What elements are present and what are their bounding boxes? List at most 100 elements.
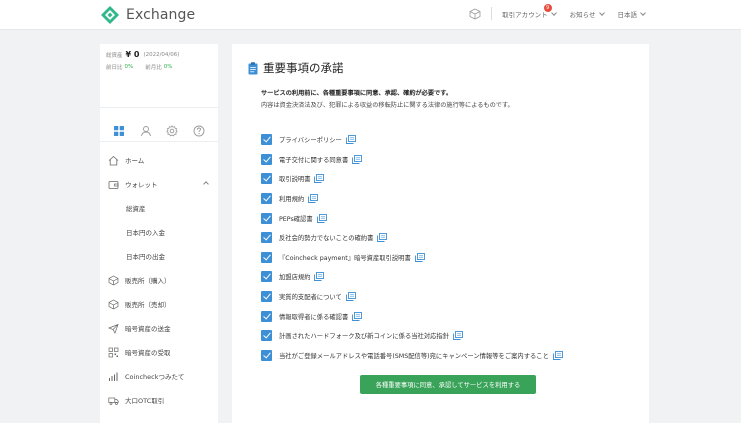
intro-heading: サービスの利用前に、各種重要事項に同意、承認、確約が必要です。 — [261, 90, 453, 97]
cube-icon[interactable] — [469, 8, 481, 20]
wallet-icon — [108, 180, 119, 189]
document-label[interactable]: PEPs確認書 — [279, 214, 313, 223]
document-label[interactable]: 加盟店規約 — [279, 272, 310, 281]
open-document-icon[interactable] — [552, 350, 563, 360]
open-document-icon[interactable] — [308, 194, 319, 204]
sidebar-item-label: Coincheckつみたて — [125, 373, 185, 381]
chevron-up-icon — [203, 181, 209, 187]
notices-menu-label: お知らせ — [569, 10, 596, 19]
sidebar-item-label: 販売所（購入） — [125, 277, 171, 285]
checkbox[interactable] — [261, 310, 272, 322]
header-divider — [491, 7, 493, 20]
gear-icon[interactable] — [166, 124, 179, 137]
user-icon[interactable] — [140, 125, 152, 137]
sidebar-item-otc[interactable]: 大口OTC取引 — [100, 388, 218, 412]
sidebar-item-send[interactable]: 暗号資産の送金 — [100, 316, 218, 340]
document-label[interactable]: プライバシーポリシー — [279, 135, 342, 144]
buy-icon — [108, 275, 119, 285]
document-row-hardfork-policy: 計画されたハードフォーク及び新コインに係る当社対応指針 — [261, 326, 563, 346]
document-label[interactable]: 『Coincheck payment』暗号資産取引説明書 — [279, 253, 411, 262]
checkbox[interactable] — [261, 173, 272, 185]
notification-badge: 9 — [543, 3, 552, 12]
document-label[interactable]: 実質的支配者について — [279, 292, 342, 301]
document-row-campaign-info: 当社がご登録メールアドレスや電話番号(SMS配信等)宛にキャンペーン情報等をご案… — [261, 346, 563, 366]
document-row-trading-explanation: 取引説明書 — [261, 169, 563, 189]
open-document-icon[interactable] — [352, 311, 363, 321]
qr-icon — [108, 347, 119, 357]
open-document-icon[interactable] — [345, 292, 356, 301]
truck-icon — [108, 397, 119, 405]
checkbox[interactable] — [261, 153, 272, 165]
document-label[interactable]: 利用規約 — [279, 194, 304, 203]
sidebar-item-home[interactable]: ホーム — [100, 148, 218, 172]
page-title-text: 重要事項の承諾 — [263, 61, 344, 75]
checkbox[interactable] — [261, 291, 272, 303]
brand-name: Exchange — [126, 7, 196, 23]
sidebar-item-label: 日本円の入金 — [126, 229, 165, 237]
sidebar-item-receive[interactable]: 暗号資産の受取 — [100, 340, 218, 364]
top-header: Exchange 取引アカウント 9 お知らせ 日本語 — [0, 0, 741, 30]
balance-summary: 総資産 ¥ 0 (2022/04/06) 前日比 0% 前月比 0% — [100, 44, 218, 108]
sidebar-item-jpy-withdraw[interactable]: 日本円の出金 — [100, 244, 218, 268]
chevron-down-icon — [550, 9, 557, 16]
sidebar-icon-tabs — [100, 120, 218, 142]
open-document-icon[interactable] — [314, 272, 325, 282]
sidebar-item-label: ウォレット — [125, 181, 158, 189]
document-row-info-acquirer: 情報取得者に係る確認書 — [261, 306, 563, 326]
open-document-icon[interactable] — [414, 252, 425, 262]
document-label[interactable]: 情報取得者に係る確認書 — [279, 312, 348, 321]
open-document-icon[interactable] — [352, 154, 363, 164]
logo-icon — [101, 6, 119, 24]
open-document-icon[interactable] — [316, 213, 327, 223]
total-assets-value: ¥ 0 — [125, 50, 140, 59]
chevron-down-icon — [640, 9, 646, 16]
checkbox[interactable] — [261, 232, 272, 244]
notices-menu[interactable]: お知らせ — [569, 9, 605, 19]
sidebar-item-sell[interactable]: 販売所（売却） — [100, 292, 218, 316]
logo[interactable]: Exchange — [100, 5, 195, 25]
help-icon[interactable] — [193, 125, 205, 137]
checkbox[interactable] — [261, 271, 272, 283]
sidebar-item-label: 販売所（売却） — [125, 301, 171, 309]
checkbox[interactable] — [261, 330, 272, 342]
prev-month-label: 前月比 — [145, 65, 162, 71]
document-label[interactable]: 取引説明書 — [279, 174, 310, 183]
sidebar-item-buy[interactable]: 販売所（購入） — [100, 268, 218, 292]
sidebar-item-label: 暗号資産の送金 — [125, 325, 171, 333]
document-label[interactable]: 反社会的勢力でないことの確約書 — [279, 233, 373, 242]
sidebar-item-wallet[interactable]: ウォレット — [100, 172, 218, 196]
prev-month-value: 0% — [163, 64, 173, 70]
document-label[interactable]: 計画されたハードフォーク及び新コインに係る当社対応指針 — [279, 331, 449, 340]
account-menu[interactable]: 取引アカウント 9 — [502, 3, 557, 19]
checkbox[interactable] — [261, 349, 272, 361]
sidebar-nav: ホーム ウォレット 総資産 日本円の入金 日本円の出金 販売所（購入） 販売所（… — [100, 148, 218, 412]
clipboard-icon — [248, 61, 258, 74]
consent-panel: 重要事項の承諾 サービスの利用前に、各種重要事項に同意、承認、確約が必要です。 … — [232, 44, 649, 423]
checkbox[interactable] — [261, 212, 272, 224]
document-label[interactable]: 電子交付に関する同意書 — [279, 155, 348, 164]
document-label[interactable]: 当社がご登録メールアドレスや電話番号(SMS配信等)宛にキャンペーン情報等をご案… — [279, 351, 549, 360]
sidebar-item-tsumitate[interactable]: Coincheckつみたて — [100, 364, 218, 388]
agree-button[interactable]: 各種重要事項に同意、承認してサービスを利用する — [360, 375, 536, 394]
sidebar-item-label: ホーム — [125, 157, 145, 165]
document-row-coincheck-payment: 『Coincheck payment』暗号資産取引説明書 — [261, 248, 563, 268]
open-document-icon[interactable] — [377, 233, 388, 243]
document-list: プライバシーポリシー 電子交付に関する同意書 取引説明書 利用規約 PEPs確認… — [261, 130, 563, 365]
open-document-icon[interactable] — [345, 135, 356, 145]
sidebar-item-label: 日本円の出金 — [126, 253, 165, 261]
grid-icon[interactable] — [113, 125, 125, 137]
send-icon — [108, 323, 119, 334]
checkbox[interactable] — [261, 134, 272, 146]
language-menu[interactable]: 日本語 — [618, 9, 646, 19]
checkbox[interactable] — [261, 193, 272, 205]
checkbox[interactable] — [261, 251, 272, 263]
prev-day-value: 0% — [124, 64, 134, 70]
open-document-icon[interactable] — [453, 331, 463, 341]
sidebar-item-label: 総資産 — [126, 205, 146, 213]
document-row-terms-of-use: 利用規約 — [261, 189, 563, 209]
sidebar-item-label: 大口OTC取引 — [125, 397, 165, 405]
open-document-icon[interactable] — [314, 174, 325, 184]
intro-text: 内容は資金決済法及び、犯罪による収益の移転防止に関する法律の施行等によるものです… — [261, 102, 514, 109]
sidebar-item-jpy-deposit[interactable]: 日本円の入金 — [100, 220, 218, 244]
sidebar-item-total-assets[interactable]: 総資産 — [100, 196, 218, 220]
